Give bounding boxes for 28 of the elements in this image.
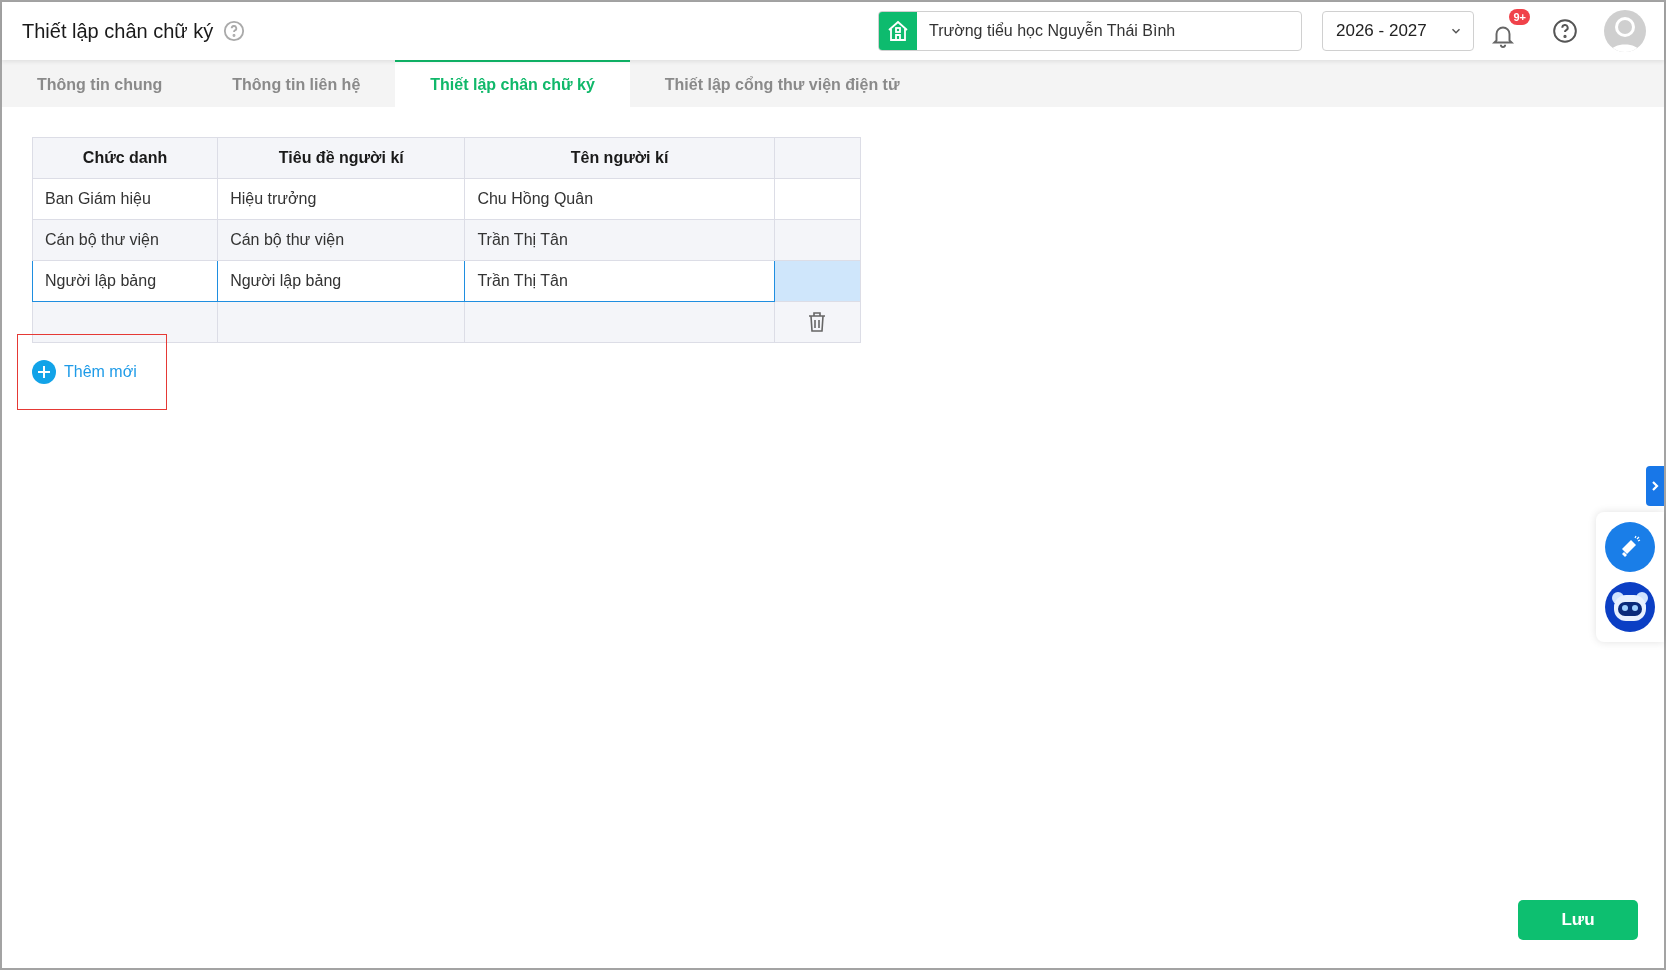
table-cell[interactable]: Người lập bảng [32,260,218,302]
table-cell[interactable]: Cán bộ thư viện [217,219,465,261]
help-icon[interactable] [1552,18,1578,44]
home-icon [879,12,917,50]
robot-icon [1610,590,1650,624]
table-cell[interactable]: Cán bộ thư viện [32,219,218,261]
page-title: Thiết lập chân chữ ký [22,19,214,43]
table-cell[interactable] [32,301,218,343]
school-field[interactable]: Trường tiểu học Nguyễn Thái Bình [878,11,1302,51]
table-cell[interactable] [464,301,775,343]
expand-button[interactable] [1646,466,1664,506]
trash-icon[interactable] [807,311,828,333]
column-header: Tiêu đề người kí [217,137,465,179]
table-cell[interactable]: Người lập bảng [217,260,465,302]
notification-badge: 9+ [1509,9,1530,25]
column-header: Chức danh [32,137,218,179]
table-cell[interactable]: Ban Giám hiệu [32,178,218,220]
table-cell[interactable] [217,301,465,343]
table-cell[interactable]: Trần Thị Tân [464,260,775,302]
chatbot-button[interactable] [1605,582,1655,632]
notification-button[interactable]: 9+ [1484,9,1530,53]
table-cell[interactable]: Chu Hồng Quân [464,178,775,220]
plus-icon [32,360,56,384]
column-header: Tên người kí [464,137,775,179]
year-select[interactable]: 2026 - 2027 [1322,11,1474,51]
table-cell[interactable]: Hiệu trưởng [217,178,465,220]
chevron-right-icon [1650,480,1660,492]
table-cell[interactable]: Trần Thị Tân [464,219,775,261]
